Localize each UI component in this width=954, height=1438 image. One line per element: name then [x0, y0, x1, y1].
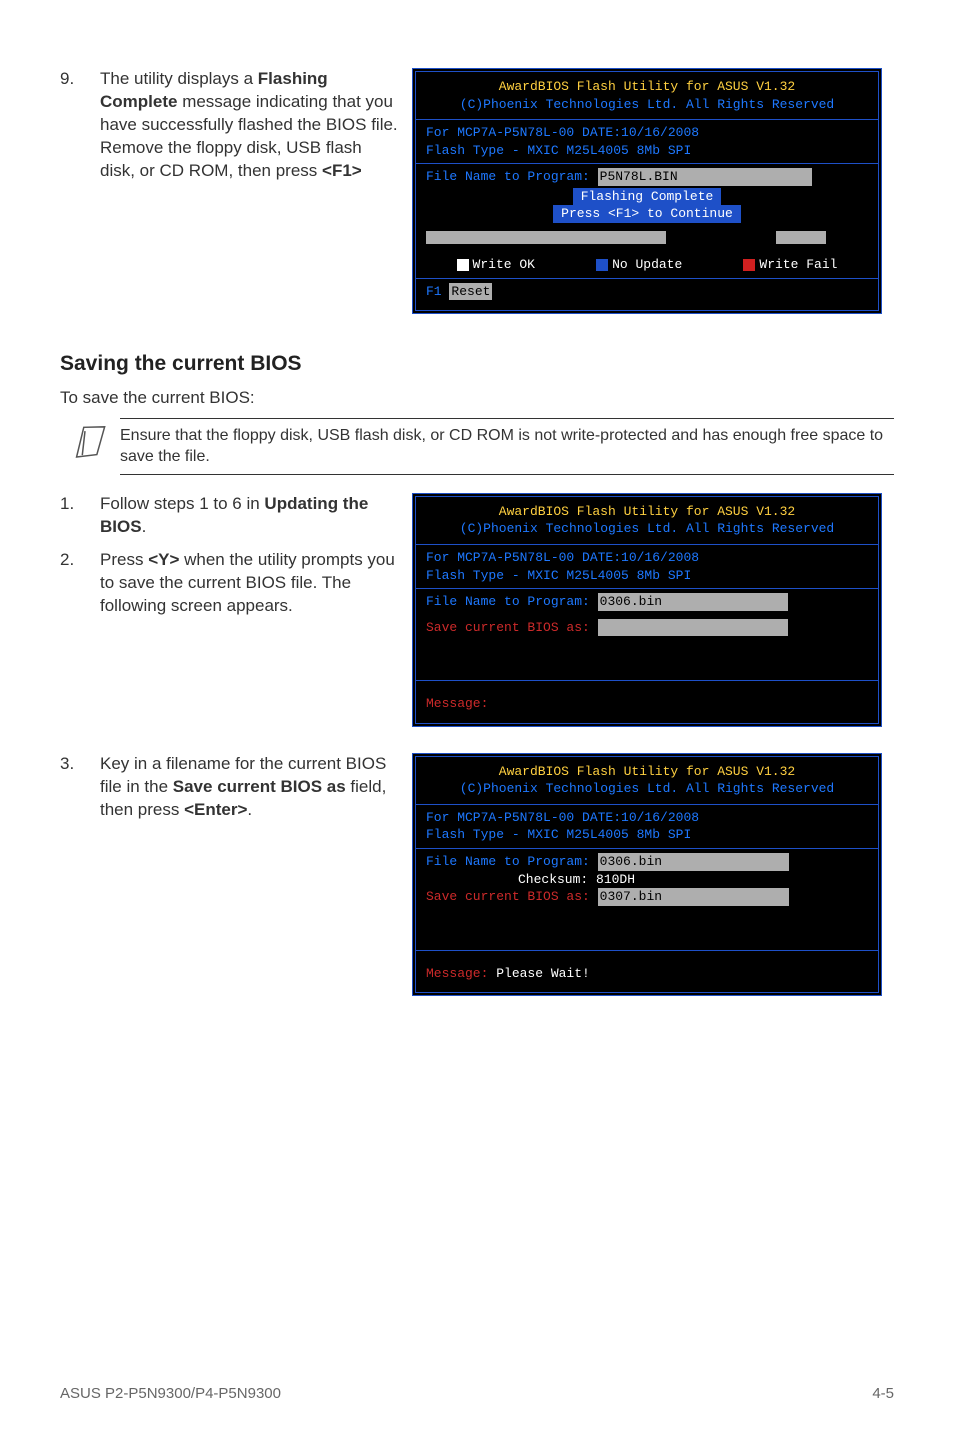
footer-left: ASUS P2-P5N9300/P4-P5N9300: [60, 1384, 281, 1404]
chk-label: Checksum:: [518, 872, 596, 887]
sq-white-icon: [457, 259, 469, 271]
bios-file-row: File Name to Program: 0306.bin: [426, 853, 868, 871]
step9-row: 9. The utility displays a Flashing Compl…: [60, 68, 894, 314]
bios-sub: (C)Phoenix Technologies Ltd. All Rights …: [426, 520, 868, 538]
t: Press: [100, 550, 148, 569]
popup-l2: Press <F1> to Continue: [553, 205, 741, 223]
bios-sub: (C)Phoenix Technologies Ltd. All Rights …: [426, 96, 868, 114]
bios-save-row: Save current BIOS as:: [426, 619, 868, 637]
progress-done: [426, 231, 666, 244]
bios-title: AwardBIOS Flash Utility for ASUS V1.32: [426, 763, 868, 781]
bios-flash: Flash Type - MXIC M25L4005 8Mb SPI: [426, 826, 868, 844]
save-input[interactable]: [598, 619, 788, 637]
step1-num: 1.: [60, 493, 100, 539]
bios-title: AwardBIOS Flash Utility for ASUS V1.32: [426, 78, 868, 96]
bios-file-row: File Name to Program: 0306.bin: [426, 593, 868, 611]
file-value: 0306.bin: [598, 593, 788, 611]
f1-label: F1: [426, 284, 442, 299]
bios-flash: Flash Type - MXIC M25L4005 8Mb SPI: [426, 567, 868, 585]
legend-fail: Write Fail: [743, 256, 837, 274]
bios-box-2: AwardBIOS Flash Utility for ASUS V1.32 (…: [412, 493, 882, 727]
file-value: 0306.bin: [598, 853, 789, 871]
msg-row: Message: Please Wait!: [426, 965, 868, 983]
file-label: File Name to Program:: [426, 854, 598, 869]
bios-chk-row: Checksum: 810DH: [426, 871, 868, 889]
sq-blue-icon: [596, 259, 608, 271]
legend: Write OK No Update Write Fail: [426, 256, 868, 274]
t-key: <Enter>: [184, 800, 247, 819]
step3-body: Key in a filename for the current BIOS f…: [100, 753, 400, 822]
file-label: File Name to Program:: [426, 169, 598, 184]
bios-title: AwardBIOS Flash Utility for ASUS V1.32: [426, 503, 868, 521]
t-key: <Y>: [148, 550, 179, 569]
t: Follow steps 1 to 6 in: [100, 494, 264, 513]
popup-l1: Flashing Complete: [573, 188, 722, 206]
step3-row: 3. Key in a filename for the current BIO…: [60, 753, 894, 996]
t: The utility displays a: [100, 69, 258, 88]
step1-body: Follow steps 1 to 6 in Updating the BIOS…: [100, 493, 400, 539]
step2-num: 2.: [60, 549, 100, 618]
steps12-row: 1. Follow steps 1 to 6 in Updating the B…: [60, 493, 894, 727]
bios-box-3: AwardBIOS Flash Utility for ASUS V1.32 (…: [412, 753, 882, 996]
step3-text: 3. Key in a filename for the current BIO…: [60, 753, 400, 822]
step2-body: Press <Y> when the utility prompts you t…: [100, 549, 400, 618]
file-label: File Name to Program:: [426, 594, 598, 609]
reset-label: Reset: [449, 283, 492, 301]
progress-row: [426, 229, 868, 247]
page-footer: ASUS P2-P5N9300/P4-P5N9300 4-5: [60, 1384, 894, 1404]
save-value: 0307.bin: [598, 888, 789, 906]
t: .: [247, 800, 252, 819]
note-icon: [55, 410, 126, 470]
msg-label: Message:: [426, 966, 496, 981]
save-label: Save current BIOS as:: [426, 889, 598, 904]
footer-right: 4-5: [872, 1384, 894, 1404]
step9-num: 9.: [60, 68, 100, 183]
popup: Flashing Complete Press <F1> to Continue: [426, 188, 868, 223]
bios-for: For MCP7A-P5N78L-00 DATE:10/16/2008: [426, 549, 868, 567]
save-label: Save current BIOS as:: [426, 620, 598, 635]
bios-box-1: AwardBIOS Flash Utility for ASUS V1.32 (…: [412, 68, 882, 314]
t: .: [142, 517, 147, 536]
bios-sub: (C)Phoenix Technologies Ltd. All Rights …: [426, 780, 868, 798]
step9-body: The utility displays a Flashing Complete…: [100, 68, 400, 183]
sq-red-icon: [743, 259, 755, 271]
bios-for: For MCP7A-P5N78L-00 DATE:10/16/2008: [426, 124, 868, 142]
file-value: P5N78L.BIN: [598, 168, 812, 186]
msg-val: Please Wait!: [496, 966, 590, 981]
legend-ok: Write OK: [457, 256, 535, 274]
progress-gap: [666, 231, 776, 244]
t-key: <F1>: [322, 161, 362, 180]
note-row: Ensure that the floppy disk, USB flash d…: [60, 418, 894, 475]
bios-flash: Flash Type - MXIC M25L4005 8Mb SPI: [426, 142, 868, 160]
bios-save-row: Save current BIOS as: 0307.bin: [426, 888, 868, 906]
t-bold: Save current BIOS as: [173, 777, 346, 796]
progress-tail: [776, 231, 826, 244]
section-intro: To save the current BIOS:: [60, 387, 894, 410]
steps12-text: 1. Follow steps 1 to 6 in Updating the B…: [60, 493, 400, 618]
msg-row: Message:: [426, 695, 868, 713]
f1-row: F1 Reset: [426, 283, 868, 301]
chk-val: 810DH: [596, 872, 635, 887]
bios-file-row: File Name to Program: P5N78L.BIN: [426, 168, 868, 186]
bios-for: For MCP7A-P5N78L-00 DATE:10/16/2008: [426, 809, 868, 827]
step9-text: 9. The utility displays a Flashing Compl…: [60, 68, 400, 183]
legend-noupdate: No Update: [596, 256, 682, 274]
note-text: Ensure that the floppy disk, USB flash d…: [120, 418, 894, 475]
section-heading: Saving the current BIOS: [60, 350, 894, 378]
step3-num: 3.: [60, 753, 100, 822]
